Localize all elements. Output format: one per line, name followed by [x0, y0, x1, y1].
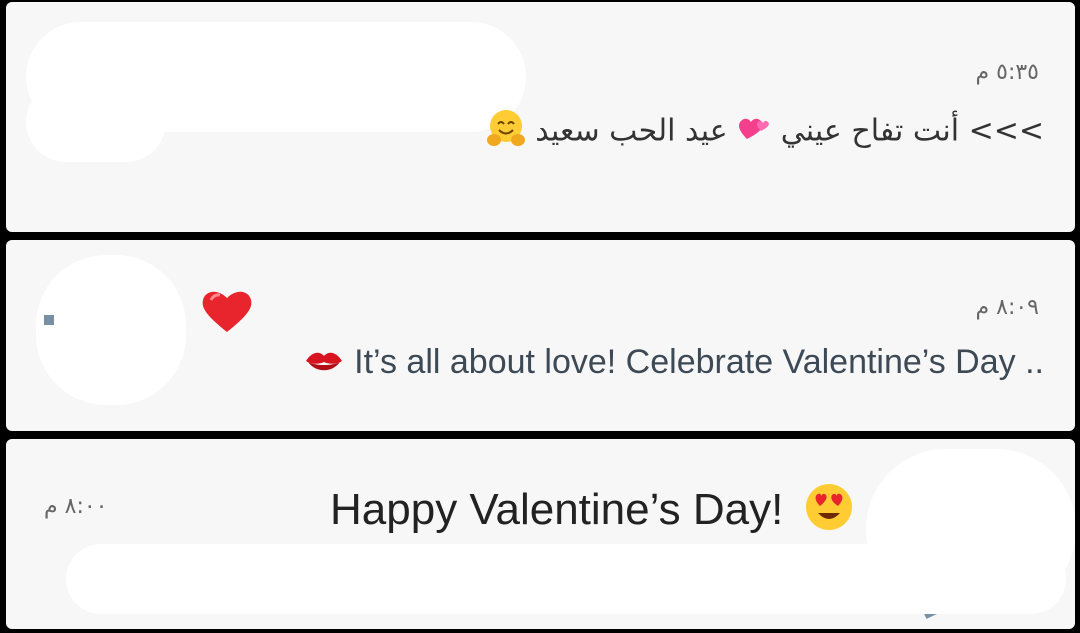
notification-time: ٨:٠٩ م [975, 295, 1040, 320]
notification-time: ٥:٣٥ م [975, 60, 1040, 85]
redacted-sender-area [36, 255, 186, 405]
two-hearts-icon [737, 113, 771, 151]
kiss-mark-icon [304, 345, 344, 384]
notification-message: It’s all about love! Celebrate Valentine… [304, 343, 1044, 384]
notification-card-2[interactable]: ٨:٠٩ م [6, 240, 1075, 431]
hugging-face-icon [486, 108, 526, 156]
notification-message: Happy Valentine’s Day! [330, 482, 854, 543]
redacted-sender-area [66, 544, 1066, 614]
message-text-prefix: >>> أنت تفاح عيني [780, 113, 1044, 149]
redacted-avatar-area [26, 82, 166, 162]
message-text: It’s all about love! Celebrate Valentine… [354, 343, 1044, 381]
red-heart-icon [201, 288, 253, 338]
message-text-suffix: عيد الحب سعيد [535, 113, 728, 149]
heart-eyes-face-icon [804, 482, 854, 543]
message-text: Happy Valentine’s Day! [330, 485, 784, 535]
sender-avatar [44, 315, 54, 325]
notification-message: >>> أنت تفاح عيني عيد الحب سعيد [486, 108, 1044, 156]
notification-time: ٨:٠٠ م [44, 494, 108, 519]
